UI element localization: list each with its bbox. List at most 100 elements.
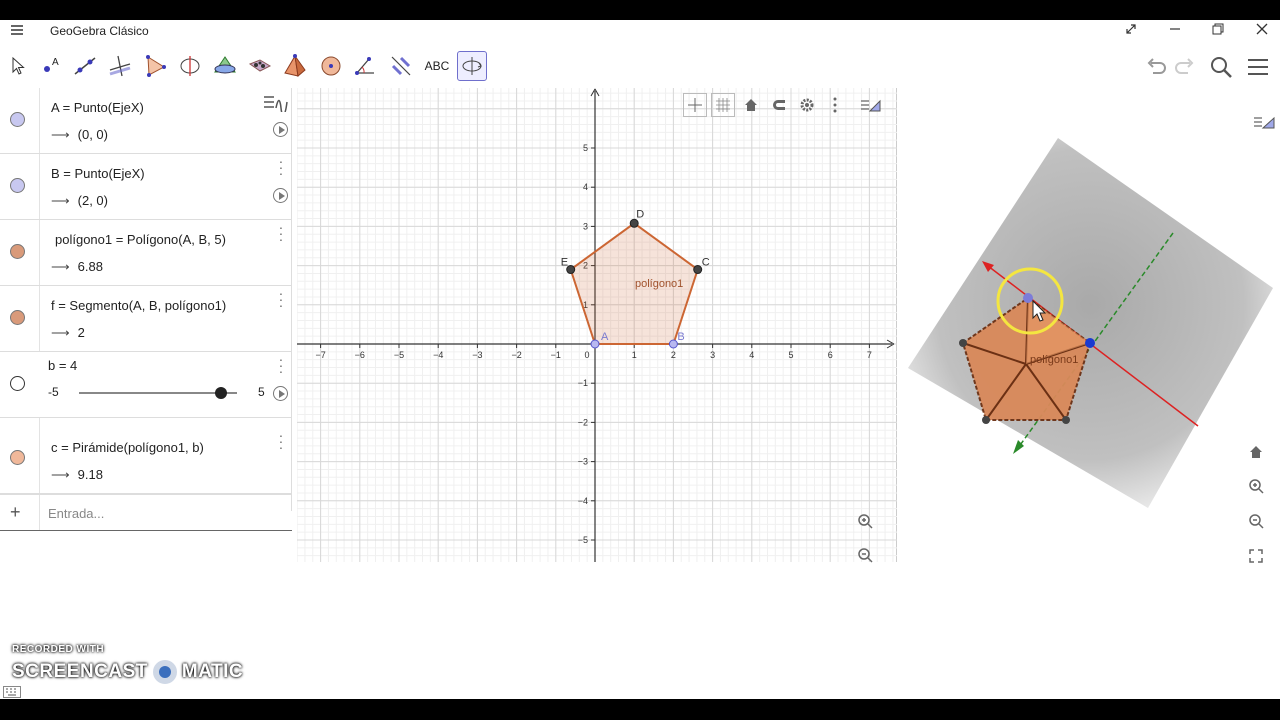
screencast-logo-icon xyxy=(149,657,180,687)
fullscreen-icon[interactable] xyxy=(1244,544,1268,568)
magnet-icon[interactable] xyxy=(767,93,791,117)
visibility-marble[interactable] xyxy=(10,450,25,465)
graphics-view[interactable]: −7 −6 −5 −4 −3 −2 −1 0 1 2 3 4 5 6 7 5 4 3 2 1 −1 −2 −3 −4 −5 pol… xyxy=(296,88,897,563)
more-icon[interactable] xyxy=(823,93,847,117)
graphics-canvas[interactable]: −7 −6 −5 −4 −3 −2 −1 0 1 2 3 4 5 6 754321−1−2−3−4−5pol… xyxy=(296,88,897,562)
definition[interactable]: A = Punto(EjeX) xyxy=(51,100,144,115)
algebra-row-b-slider[interactable]: b = 4 -5 5 · · · xyxy=(0,352,292,418)
graphics-style-bar xyxy=(681,90,891,118)
zoom-out-icon[interactable] xyxy=(853,543,877,567)
algebra-row-A[interactable]: A = Punto(EjeX) ⟶ (0, 0) xyxy=(0,88,292,154)
reflect-tool-icon[interactable] xyxy=(386,51,416,81)
circle-axis-tool-icon[interactable] xyxy=(175,51,205,81)
close-icon[interactable] xyxy=(1252,22,1272,40)
value: ⟶ 2 xyxy=(51,325,85,341)
definition[interactable]: b = 4 xyxy=(48,358,77,373)
input-placeholder[interactable]: Entrada... xyxy=(48,506,104,521)
restore-icon[interactable] xyxy=(1208,22,1228,40)
plus-icon[interactable]: + xyxy=(10,502,21,523)
input-bar[interactable]: + Entrada... xyxy=(0,494,292,531)
zoom-in-icon[interactable] xyxy=(853,509,877,533)
sphere-tool-icon[interactable] xyxy=(316,51,346,81)
visibility-marble[interactable] xyxy=(10,178,25,193)
line-tool-icon[interactable] xyxy=(70,51,100,81)
more-options-icon[interactable]: · · · xyxy=(278,154,284,180)
arrow-icon: ⟶ xyxy=(51,193,70,208)
algebra-row-f[interactable]: f = Segmento(A, B, polígono1) ⟶ 2 · · · xyxy=(0,286,292,352)
play-icon[interactable] xyxy=(273,122,288,137)
x-tick-label: 2 xyxy=(671,350,676,360)
polygon-tool-icon[interactable] xyxy=(140,51,170,81)
x-tick-label: −5 xyxy=(394,350,404,360)
point-A-3d[interactable] xyxy=(1023,293,1033,303)
point-B[interactable] xyxy=(668,339,678,349)
algebra-row-c[interactable]: c = Pirámide(polígono1, b) ⟶ 9.18 · · · xyxy=(0,418,292,494)
value-text: 9.18 xyxy=(77,467,103,482)
visibility-marble[interactable] xyxy=(10,244,25,259)
view-toggle-3d-icon[interactable] xyxy=(1250,110,1280,134)
3d-canvas[interactable]: polígono1 xyxy=(898,88,1280,562)
home-icon[interactable] xyxy=(739,93,763,117)
more-options-icon[interactable]: · · · xyxy=(278,286,284,312)
text-tool-icon[interactable]: ABC xyxy=(422,51,452,81)
x-tick-label: −4 xyxy=(433,350,443,360)
y-tick-label: −3 xyxy=(578,457,588,467)
algebra-row-B[interactable]: B = Punto(EjeX) ⟶ (2, 0) · · · xyxy=(0,154,292,220)
perpendicular-line-tool-icon[interactable] xyxy=(105,51,135,81)
menu-icon[interactable] xyxy=(1244,53,1272,81)
minimize-icon[interactable] xyxy=(1165,22,1185,40)
axes-toggle-icon[interactable] xyxy=(683,93,707,117)
redo-icon[interactable] xyxy=(1171,53,1199,81)
zoom-out-3d-icon[interactable] xyxy=(1244,509,1268,533)
vertex-3d[interactable] xyxy=(959,339,967,347)
vertex-3d[interactable] xyxy=(982,416,990,424)
definition[interactable]: c = Pirámide(polígono1, b) xyxy=(51,440,204,455)
x-tick-label: 7 xyxy=(867,350,872,360)
value-text: 6.88 xyxy=(77,259,103,274)
point-tool-icon[interactable]: A xyxy=(36,51,66,81)
slider-knob[interactable] xyxy=(215,387,228,399)
visibility-marble[interactable] xyxy=(10,376,25,391)
definition[interactable]: B = Punto(EjeX) xyxy=(51,166,145,181)
hamburger-icon[interactable] xyxy=(10,23,24,37)
row-divider xyxy=(39,495,40,530)
gear-icon[interactable] xyxy=(795,93,819,117)
grid-toggle-icon[interactable] xyxy=(711,93,735,117)
vertex-3d[interactable] xyxy=(1062,416,1070,424)
keyboard-icon[interactable] xyxy=(3,686,21,698)
point-C[interactable] xyxy=(693,265,703,275)
slider-track[interactable] xyxy=(79,387,237,399)
undo-icon[interactable] xyxy=(1142,53,1170,81)
more-options-icon[interactable]: · · · xyxy=(278,428,284,454)
view-toggle-icon[interactable] xyxy=(857,93,885,117)
point-D[interactable] xyxy=(629,218,639,228)
3d-graphics-view[interactable]: polígono1 xyxy=(898,88,1280,563)
algebra-row-poligono1[interactable]: polígono1 = Polígono(A, B, 5) ⟶ 6.88 · · · xyxy=(0,220,292,286)
value-text: 2 xyxy=(77,325,85,340)
plane-tool-icon[interactable] xyxy=(245,51,275,81)
visibility-marble[interactable] xyxy=(10,112,25,127)
arrow-icon: ⟶ xyxy=(51,127,70,142)
resize-icon[interactable] xyxy=(1121,22,1141,40)
angle-tool-icon[interactable] xyxy=(351,51,381,81)
definition[interactable]: f = Segmento(A, B, polígono1) xyxy=(51,298,226,313)
zoom-in-3d-icon[interactable] xyxy=(1244,474,1268,498)
move-tool-icon[interactable] xyxy=(1,51,31,81)
xy-plane xyxy=(908,138,1273,508)
pyramid-tool-icon[interactable] xyxy=(280,51,310,81)
watermark-text-a: SCREENCAST xyxy=(12,661,148,682)
search-icon[interactable] xyxy=(1207,53,1235,81)
point-B-3d[interactable] xyxy=(1085,338,1095,348)
home-view-icon[interactable] xyxy=(1244,440,1268,464)
play-icon[interactable] xyxy=(273,188,288,203)
text-tool-label: ABC xyxy=(424,59,450,73)
more-options-icon[interactable]: · · · xyxy=(278,352,284,378)
play-icon[interactable] xyxy=(273,386,288,401)
more-options-icon[interactable]: · · · xyxy=(278,220,284,246)
definition[interactable]: polígono1 = Polígono(A, B, 5) xyxy=(55,232,226,247)
point-A[interactable] xyxy=(590,339,600,349)
intersect-surfaces-tool-icon[interactable] xyxy=(210,51,240,81)
y-tick-label: −2 xyxy=(578,417,588,427)
rotate-view-tool-icon[interactable] xyxy=(457,51,487,81)
visibility-marble[interactable] xyxy=(10,310,25,325)
